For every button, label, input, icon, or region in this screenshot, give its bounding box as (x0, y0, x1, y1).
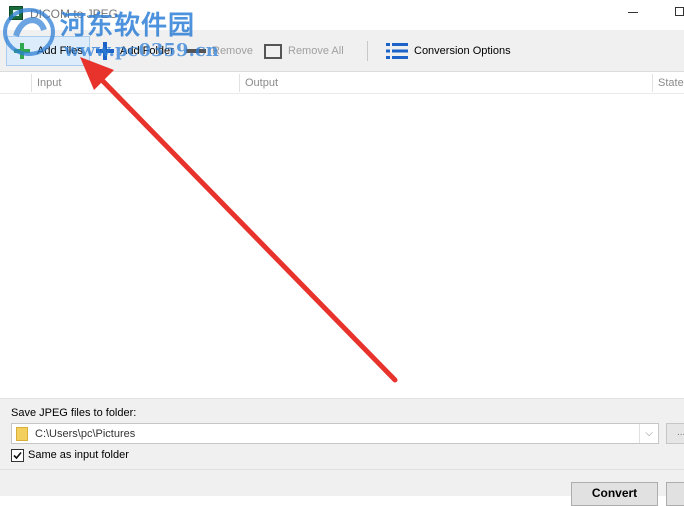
folder-icon (16, 426, 28, 441)
add-files-button[interactable]: Add Files (6, 36, 90, 66)
same-as-input-checkbox[interactable] (11, 449, 24, 462)
remove-button[interactable]: Remove (186, 36, 253, 66)
toolbar-separator (367, 41, 368, 61)
file-list[interactable]: Input Output State (0, 72, 684, 398)
add-folder-button[interactable]: Add Folder (96, 36, 174, 66)
convert-button[interactable]: Convert (571, 482, 658, 506)
remove-all-button[interactable]: Remove All (264, 36, 344, 66)
toolbar: Add Files Add Folder Remove Remove All C… (0, 30, 684, 72)
save-folder-label: Save JPEG files to folder: (11, 407, 137, 419)
checkmark-icon (13, 451, 22, 460)
chevron-down-icon[interactable]: ⌵ (639, 424, 658, 443)
browse-button[interactable]: ... (666, 423, 684, 444)
remove-all-icon (264, 43, 282, 59)
add-folder-label: Add Folder (120, 45, 174, 57)
column-separator[interactable] (652, 74, 653, 92)
add-files-label: Add Files (37, 45, 83, 57)
remove-label: Remove (212, 45, 253, 57)
secondary-button[interactable] (666, 482, 684, 506)
title-bar: DICOM to JPEG (0, 0, 684, 30)
remove-all-label: Remove All (288, 45, 344, 57)
window-title: DICOM to JPEG (30, 7, 119, 21)
same-as-input-label: Same as input folder (28, 449, 129, 461)
output-panel: Save JPEG files to folder: C:\Users\pc\P… (0, 398, 684, 496)
column-header-input[interactable]: Input (37, 77, 61, 89)
conversion-options-button[interactable]: Conversion Options (386, 36, 511, 66)
minus-icon (186, 49, 206, 53)
output-folder-value: C:\Users\pc\Pictures (35, 427, 136, 440)
add-files-icon (13, 42, 31, 60)
output-folder-combo[interactable]: C:\Users\pc\Pictures ⌵ (11, 423, 659, 444)
add-folder-icon (96, 42, 114, 60)
column-separator[interactable] (239, 74, 240, 92)
column-header-output[interactable]: Output (245, 77, 278, 89)
minimize-icon[interactable] (628, 12, 638, 13)
list-header: Input Output State (0, 72, 684, 94)
conversion-options-label: Conversion Options (414, 45, 511, 57)
list-icon (386, 43, 408, 59)
column-header-state[interactable]: State (658, 77, 684, 89)
app-icon (9, 6, 23, 20)
maximize-icon[interactable] (675, 7, 684, 16)
column-separator[interactable] (31, 74, 32, 92)
